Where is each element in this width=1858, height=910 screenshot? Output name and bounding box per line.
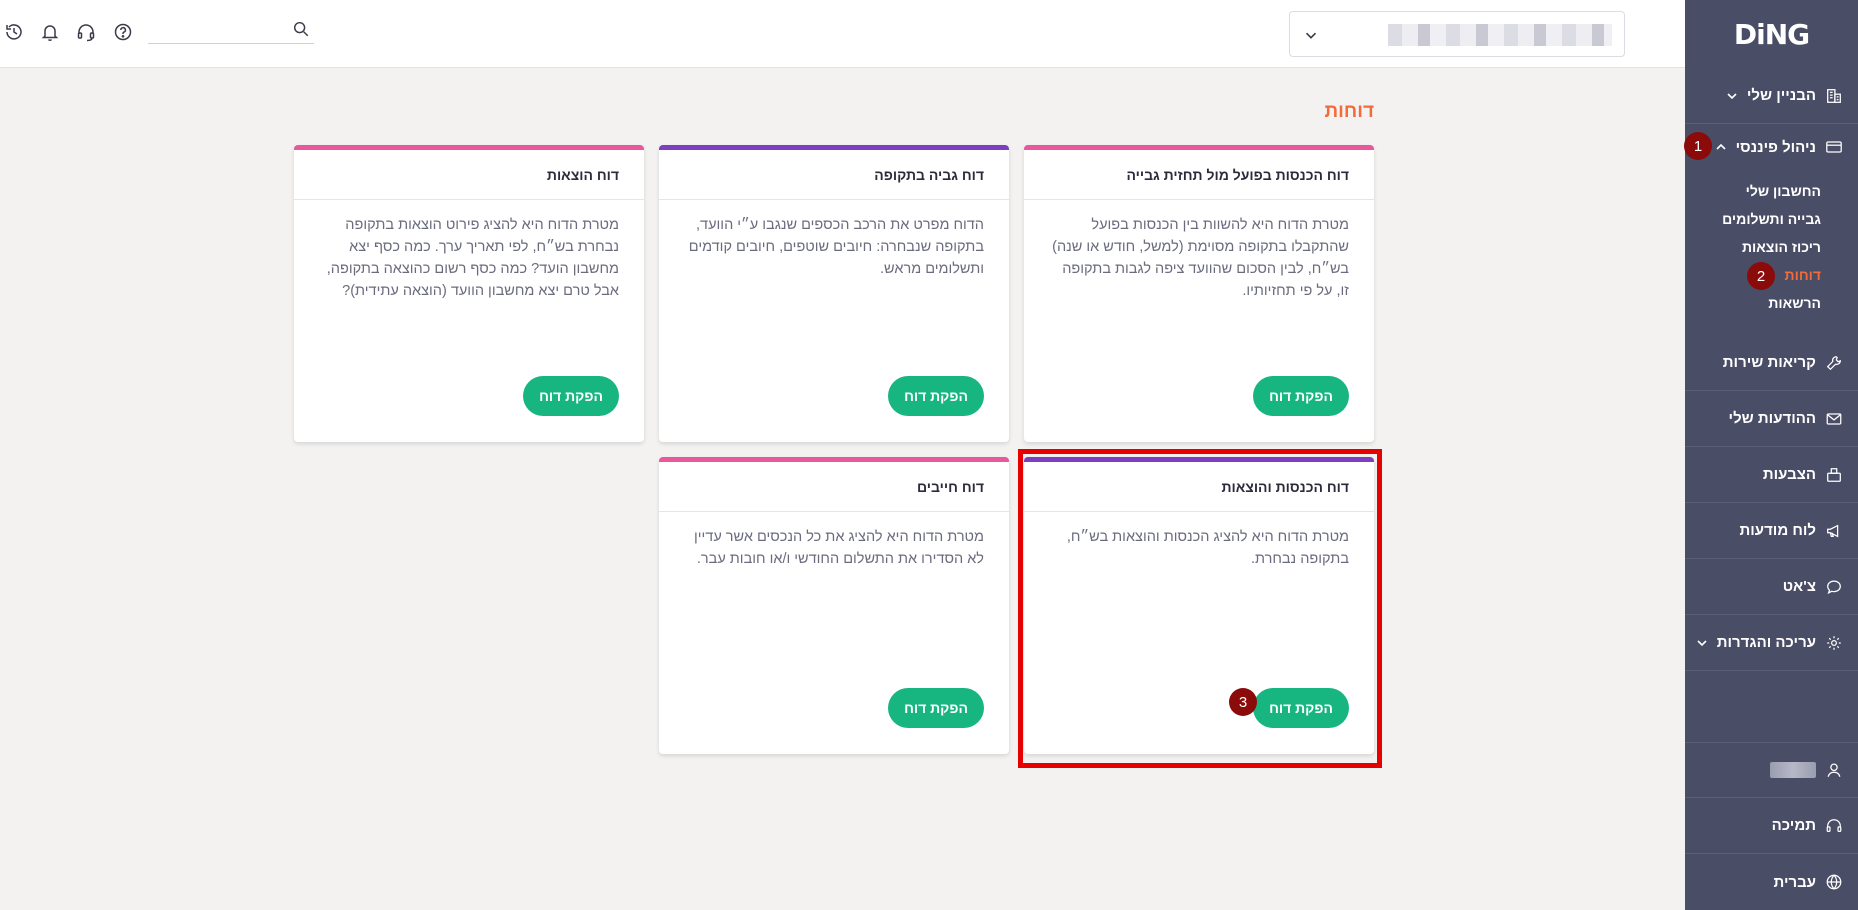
megaphone-icon bbox=[1824, 521, 1844, 541]
sidebar-item-votes[interactable]: הצבעות bbox=[1685, 447, 1858, 503]
card-title: דוח גביה בתקופה bbox=[659, 150, 1009, 200]
globe-icon bbox=[1824, 872, 1844, 892]
sidebar-item-messages[interactable]: ההודעות שלי bbox=[1685, 391, 1858, 447]
finance-submenu: החשבון שלי גבייה ותשלומים ריכוז הוצאות ד… bbox=[1685, 170, 1858, 325]
sidebar-item-label: תמיכה bbox=[1771, 817, 1816, 834]
generate-report-button[interactable]: הפקת דוח bbox=[888, 376, 984, 416]
sidebar-item-language[interactable]: עברית bbox=[1685, 854, 1858, 910]
sidebar-item-service-calls[interactable]: קריאות שירות bbox=[1685, 335, 1858, 391]
sidebar-item-support[interactable]: תמיכה bbox=[1685, 798, 1858, 854]
user-icon bbox=[1824, 760, 1844, 780]
submenu-item-expenses[interactable]: ריכוז הוצאות bbox=[1742, 239, 1821, 255]
help-icon[interactable] bbox=[111, 20, 135, 44]
card-title: דוח חייבים bbox=[659, 462, 1009, 512]
history-icon[interactable] bbox=[2, 20, 26, 44]
search-icon[interactable] bbox=[292, 20, 312, 40]
card-description: מטרת הדוח היא להשוות בין הכנסות בפועל שה… bbox=[1052, 217, 1349, 299]
sidebar-item-settings[interactable]: עריכה והגדרות bbox=[1685, 615, 1858, 671]
card-description: מטרת הדוח היא להציג את כל הנכסים אשר עדי… bbox=[694, 529, 984, 567]
envelope-icon bbox=[1824, 409, 1844, 429]
report-card-income-vs-forecast: דוח הכנסות בפועל מול תחזית גבייה מטרת הד… bbox=[1024, 145, 1374, 442]
logo: DiNG bbox=[1733, 17, 1810, 51]
submenu-item-reports[interactable]: דוחות bbox=[1785, 267, 1821, 283]
generate-report-button[interactable]: הפקת דוח bbox=[523, 376, 619, 416]
submenu-item-my-account[interactable]: החשבון שלי bbox=[1746, 183, 1821, 199]
headset-icon[interactable] bbox=[74, 20, 98, 44]
chevron-down-icon bbox=[1302, 26, 1320, 44]
report-card-debtors: דוח חייבים מטרת הדוח היא להציג את כל הנכ… bbox=[659, 457, 1009, 754]
sidebar-item-label: ניהול פיננסי bbox=[1735, 138, 1816, 156]
sidebar-item-label: הצבעות bbox=[1762, 466, 1816, 483]
sidebar-item-building[interactable]: הבניין שלי bbox=[1685, 68, 1858, 124]
headset-icon bbox=[1824, 816, 1844, 836]
submenu-item-permissions[interactable]: הרשאות bbox=[1768, 295, 1821, 311]
sidebar-item-label: עריכה והגדרות bbox=[1716, 634, 1816, 651]
sidebar-item-chat[interactable]: צ'אט bbox=[1685, 559, 1858, 615]
card-description: הדוח מפרט את הרכב הכספים שנגבו ע״י הוועד… bbox=[688, 217, 984, 277]
sidebar-item-label: עברית bbox=[1773, 873, 1816, 891]
generate-report-button[interactable]: הפקת דוח bbox=[888, 688, 984, 728]
chevron-down-icon bbox=[1695, 636, 1709, 650]
building-select[interactable] bbox=[1289, 11, 1625, 57]
sidebar-item-label: צ'אט bbox=[1782, 578, 1816, 595]
chevron-up-icon bbox=[1714, 140, 1728, 154]
card-description: מטרת הדוח היא להציג פירוט הוצאות בתקופה … bbox=[326, 217, 619, 299]
top-bar bbox=[0, 0, 1685, 68]
chevron-down-icon bbox=[1725, 89, 1739, 103]
step-badge-1: 1 bbox=[1684, 132, 1712, 160]
building-name-blurred bbox=[1388, 24, 1612, 46]
sidebar-item-user[interactable] bbox=[1685, 742, 1858, 798]
bell-icon[interactable] bbox=[38, 20, 62, 44]
sidebar-item-label: הבניין שלי bbox=[1746, 87, 1816, 104]
step-badge-2: 2 bbox=[1747, 262, 1775, 290]
sidebar-item-label: לוח מודעות bbox=[1739, 522, 1817, 539]
submenu-item-collection[interactable]: גבייה ותשלומים bbox=[1722, 211, 1821, 227]
step-badge-3: 3 bbox=[1229, 688, 1257, 716]
chat-icon bbox=[1824, 577, 1844, 597]
credit-card-icon bbox=[1824, 137, 1844, 157]
wrench-icon bbox=[1824, 353, 1844, 373]
card-title: דוח הכנסות בפועל מול תחזית גבייה bbox=[1024, 150, 1374, 200]
report-card-expenses: דוח הוצאות מטרת הדוח היא להציג פירוט הוצ… bbox=[294, 145, 644, 442]
building-icon bbox=[1824, 86, 1844, 106]
sidebar: DiNG הבניין שלי ניהול פיננסי 1 החשבון של… bbox=[1684, 0, 1858, 910]
page-title: דוחות bbox=[1324, 101, 1374, 122]
highlight-box bbox=[1018, 449, 1382, 768]
generate-report-button[interactable]: הפקת דוח bbox=[1253, 376, 1349, 416]
report-card-collection-period: דוח גביה בתקופה הדוח מפרט את הרכב הכספים… bbox=[659, 145, 1009, 442]
sidebar-item-bulletin-board[interactable]: לוח מודעות bbox=[1685, 503, 1858, 559]
sidebar-item-label: קריאות שירות bbox=[1722, 354, 1816, 371]
card-title: דוח הוצאות bbox=[294, 150, 644, 200]
gear-icon bbox=[1824, 633, 1844, 653]
user-name-blurred bbox=[1770, 762, 1816, 778]
search-input[interactable] bbox=[148, 16, 314, 44]
sidebar-item-label: ההודעות שלי bbox=[1728, 410, 1816, 427]
ballot-box-icon bbox=[1824, 465, 1844, 485]
